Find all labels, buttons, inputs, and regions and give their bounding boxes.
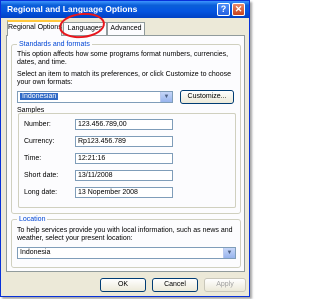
standards-description: This option affects how some programs fo… <box>17 51 229 66</box>
tab-regional-options[interactable]: Regional Options <box>7 20 62 36</box>
help-icon[interactable]: ? <box>217 3 230 16</box>
format-select-value: Indonesian <box>20 93 59 100</box>
cancel-button[interactable]: Cancel <box>152 278 198 292</box>
ok-button[interactable]: OK <box>100 278 146 292</box>
standards-legend: Standards and formats <box>17 40 92 49</box>
sample-value-long-date: 13 Nopember 2008 <box>75 187 173 198</box>
sample-label-number: Number: <box>24 121 51 128</box>
close-icon[interactable]: ✕ <box>232 3 245 16</box>
sample-label-currency: Currency: <box>24 138 55 145</box>
samples-box: Number: 123.456.789,00 Currency: Rp123.4… <box>18 113 236 208</box>
location-select[interactable]: Indonesia ▼ <box>17 247 236 259</box>
apply-button[interactable]: Apply <box>204 278 246 292</box>
tab-panel: Standards and formats This option affect… <box>6 35 245 272</box>
sample-value-currency: Rp123.456.789 <box>75 136 173 147</box>
sample-value-short-date: 13/11/2008 <box>75 170 173 181</box>
location-select-value: Indonesia <box>20 249 51 256</box>
chevron-down-icon[interactable]: ▼ <box>223 248 235 258</box>
sample-label-long-date: Long date: <box>24 189 58 196</box>
select-prompt: Select an item to match its preferences,… <box>17 71 231 86</box>
format-select[interactable]: Indonesian ▼ <box>17 91 173 103</box>
tab-advanced[interactable]: Advanced <box>107 22 145 35</box>
sample-label-time: Time: <box>24 155 42 162</box>
location-legend: Location <box>17 215 48 224</box>
sample-value-number: 123.456.789,00 <box>75 119 173 130</box>
sample-label-short-date: Short date: <box>24 172 59 179</box>
location-group: Location To help services provide you wi… <box>11 215 241 268</box>
title-bar[interactable]: Regional and Language Options ? ✕ <box>1 1 249 18</box>
sample-value-time: 12:21:16 <box>75 153 173 164</box>
location-description: To help services provide you with local … <box>17 227 233 242</box>
chevron-down-icon[interactable]: ▼ <box>160 92 172 102</box>
standards-group: Standards and formats This option affect… <box>11 40 241 214</box>
window-title: Regional and Language Options <box>7 4 138 14</box>
customize-button[interactable]: Customize... <box>180 90 234 104</box>
dialog-window: Regional and Language Options ? ✕ Region… <box>0 0 250 297</box>
